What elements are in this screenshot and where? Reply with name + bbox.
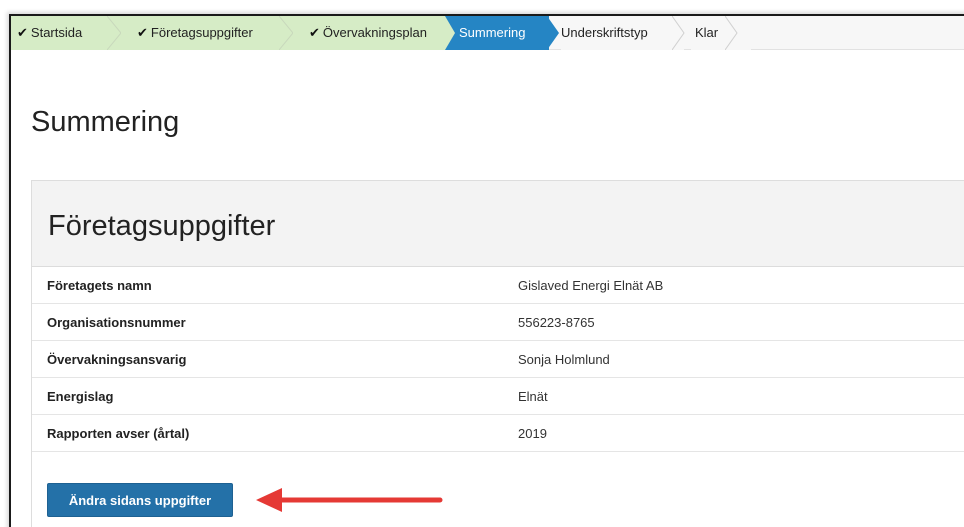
breadcrumb: ✔ Startsida ✔ Företagsuppgifter ✔ Övervakni… [11,16,964,50]
app-window: ✔ Startsida ✔ Företagsuppgifter ✔ Övervakni… [9,14,964,527]
breadcrumb-step-summering[interactable]: Summering [445,16,559,50]
table-row: Rapporten avser (årtal) 2019 [32,415,964,452]
row-label: Rapporten avser (årtal) [47,426,190,441]
panel-header: Företagsuppgifter [32,181,964,267]
table-row: Övervakningsansvarig Sonja Holmlund [32,341,964,378]
breadcrumb-step-overvakningsplan[interactable]: ✔ Övervakningsplan [293,16,450,50]
row-label: Företagets namn [47,278,152,293]
breadcrumb-step-label: Summering [459,25,526,40]
table-row: Energislag Elnät [32,378,964,415]
checkmark-icon: ✔ [17,25,28,40]
checkmark-icon: ✔ [137,25,148,40]
breadcrumb-step-foretagsuppgifter[interactable]: ✔ Företagsuppgifter [121,16,294,50]
breadcrumb-step-label: Företagsuppgifter [150,25,253,40]
checkmark-icon: ✔ [309,25,320,40]
breadcrumb-step-underskriftstyp[interactable]: Underskriftstyp [561,16,685,50]
chevron-notch-icon [445,16,455,50]
table-row: Företagets namn Gislaved Energi Elnät AB [32,267,964,304]
red-arrow-icon [256,488,443,512]
row-value: 556223-8765 [518,315,595,330]
row-value: Sonja Holmlund [518,352,610,367]
row-label: Organisationsnummer [47,315,186,330]
chevron-separator-icon [672,16,685,50]
breadcrumb-step-label: Underskriftstyp [561,25,648,40]
row-label: Energislag [47,389,114,404]
company-details-panel: Företagsuppgifter Företagets namn Gislav… [31,180,964,527]
breadcrumb-step-klar[interactable]: Klar [691,16,751,50]
breadcrumb-step-label: Övervakningsplan [322,25,427,40]
row-label: Övervakningsansvarig [47,352,187,367]
edit-page-details-button[interactable]: Ändra sidans uppgifter [47,483,233,517]
row-value: 2019 [518,426,547,441]
chevron-separator-icon [725,16,738,50]
breadcrumb-step-label: Startsida [30,25,83,40]
table-row: Organisationsnummer 556223-8765 [32,304,964,341]
row-value: Gislaved Energi Elnät AB [518,278,664,293]
panel-title: Företagsuppgifter [48,210,276,242]
breadcrumb-step-startsida[interactable]: ✔ Startsida [11,16,122,50]
page-title: Summering [31,106,180,138]
row-value: Elnät [518,389,548,404]
breadcrumb-step-label: Klar [695,25,719,40]
